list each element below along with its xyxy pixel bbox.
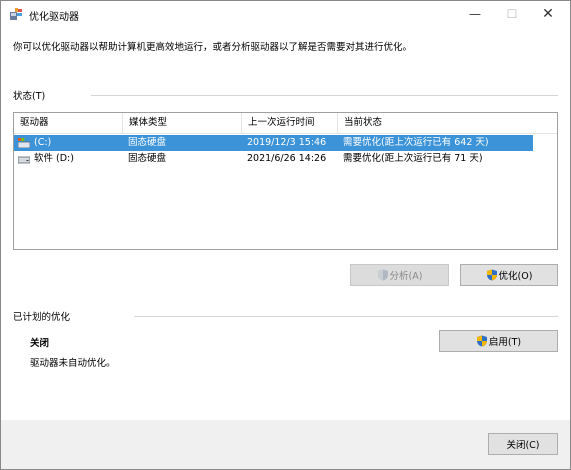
current-status: 需要优化(距上次运行已有 642 天) xyxy=(343,137,489,148)
analyze-button[interactable]: 分析(A) xyxy=(350,264,449,286)
drive-list-header: 驱动器 媒体类型 上一次运行时间 当前状态 xyxy=(14,113,557,134)
column-header-media-type[interactable]: 媒体类型 xyxy=(122,113,241,133)
scheduled-divider xyxy=(134,316,558,317)
media-type: 固态硬盘 xyxy=(128,137,167,148)
analyze-label: 分析(A) xyxy=(389,271,423,282)
enable-label: 启用(T) xyxy=(488,337,522,348)
drive-list[interactable]: 驱动器 媒体类型 上一次运行时间 当前状态 (C:) 固态硬盘 2019/12/… xyxy=(13,112,558,250)
schedule-description: 驱动器未自动优化。 xyxy=(30,358,116,369)
drive-row-d[interactable]: 软件 (D:) 固态硬盘 2021/6/26 14:26 需要优化(距上次运行已… xyxy=(14,151,533,167)
uac-shield-icon xyxy=(476,335,487,347)
schedule-status: 关闭 xyxy=(30,338,50,349)
description-text: 你可以优化驱动器以帮助计算机更高效地运行，或者分析驱动器以了解是否需要对其进行优… xyxy=(13,42,413,53)
drive-icon xyxy=(18,156,30,164)
media-type: 固态硬盘 xyxy=(128,153,167,164)
enable-schedule-button[interactable]: 启用(T) xyxy=(439,330,558,352)
window-title: 优化驱动器 xyxy=(29,12,79,23)
minimize-button[interactable]: — xyxy=(457,1,493,27)
column-header-current-status[interactable]: 当前状态 xyxy=(337,113,533,133)
column-header-last-run[interactable]: 上一次运行时间 xyxy=(241,113,337,133)
defrag-app-icon xyxy=(10,8,22,20)
scheduled-group-label: 已计划的优化 xyxy=(13,312,71,323)
close-button[interactable]: 关闭(C) xyxy=(488,433,558,455)
dialog-footer: 关闭(C) xyxy=(1,420,570,469)
main-content: 你可以优化驱动器以帮助计算机更高效地运行，或者分析驱动器以了解是否需要对其进行优… xyxy=(1,27,570,420)
close-window-button[interactable]: ✕ xyxy=(530,1,566,27)
optimize-drives-window: 优化驱动器 — ☐ ✕ 你可以优化驱动器以帮助计算机更高效地运行，或者分析驱动器… xyxy=(0,0,571,470)
system-drive-icon xyxy=(18,138,30,148)
uac-shield-icon xyxy=(377,269,388,281)
drive-name: (C:) xyxy=(34,137,52,148)
last-run-time: 2021/6/26 14:26 xyxy=(247,153,327,164)
optimize-label: 优化(O) xyxy=(498,271,533,282)
uac-shield-icon xyxy=(486,269,497,281)
drive-name: 软件 (D:) xyxy=(34,153,74,164)
last-run-time: 2019/12/3 15:46 xyxy=(247,137,327,148)
column-header-drive[interactable]: 驱动器 xyxy=(14,113,122,133)
current-status: 需要优化(距上次运行已有 71 天) xyxy=(343,153,483,164)
drive-row-c[interactable]: (C:) 固态硬盘 2019/12/3 15:46 需要优化(距上次运行已有 6… xyxy=(14,135,533,151)
title-bar: 优化驱动器 — ☐ ✕ xyxy=(1,1,570,27)
status-divider xyxy=(91,95,558,96)
optimize-button[interactable]: 优化(O) xyxy=(460,264,558,286)
maximize-button[interactable]: ☐ xyxy=(494,1,530,27)
status-group-label: 状态(T) xyxy=(13,91,46,102)
